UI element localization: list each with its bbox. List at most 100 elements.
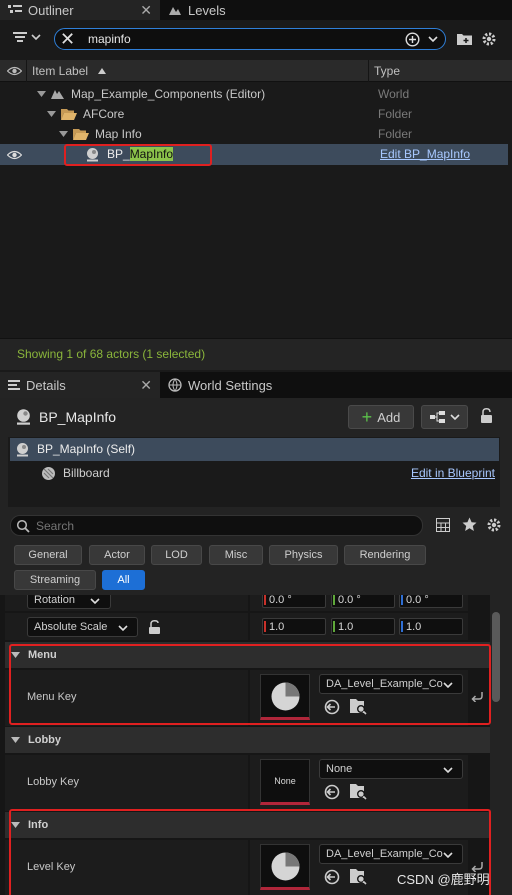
search-icon — [16, 519, 30, 533]
scale-z-field[interactable]: 1.0 — [399, 618, 463, 635]
asset-value: None — [326, 763, 353, 775]
tree-item-label: AFCore — [83, 107, 125, 121]
tab-outliner[interactable]: Outliner ✕ — [0, 0, 160, 20]
filter-misc[interactable]: Misc — [209, 545, 263, 565]
filter-general[interactable]: General — [14, 545, 82, 565]
thumbnail-none-label: None — [274, 776, 296, 786]
chevron-down-icon[interactable] — [428, 35, 438, 45]
scrollbar-thumb[interactable] — [492, 612, 500, 702]
close-icon[interactable]: ✕ — [140, 2, 152, 19]
close-icon[interactable]: ✕ — [140, 377, 152, 394]
browse-asset-icon[interactable] — [349, 783, 367, 800]
actor-name[interactable]: BP_MapInfo — [39, 409, 116, 425]
tree-item-type: Folder — [378, 107, 413, 121]
add-label: Add — [377, 409, 401, 425]
lock-icon[interactable] — [480, 408, 494, 424]
scale-label: Absolute Scale — [34, 621, 108, 633]
details-tab-bar: Details ✕ World Settings — [0, 372, 512, 398]
scale-mode-dropdown[interactable]: Absolute Scale — [27, 617, 138, 637]
outliner-tab-bar: Outliner ✕ Levels — [0, 0, 512, 20]
rotation-mode-dropdown[interactable]: Rotation — [27, 595, 111, 609]
column-divider — [26, 60, 27, 82]
search-input[interactable]: mapinfo — [88, 32, 131, 46]
property-row-left: Lobby Key — [5, 755, 248, 811]
rotation-y-field[interactable]: 0.0 ° — [331, 595, 395, 608]
property-name: Lobby Key — [27, 776, 79, 788]
rotation-x-field[interactable]: 0.0 ° — [262, 595, 326, 608]
tree-item-type: World — [378, 87, 410, 101]
expand-arrow-icon[interactable] — [59, 131, 68, 137]
annotation-box — [9, 644, 491, 725]
scale-y-field[interactable]: 1.0 — [331, 618, 395, 635]
status-bar: Showing 1 of 68 actors (1 selected) — [0, 338, 512, 370]
filter-actor[interactable]: Actor — [89, 545, 145, 565]
tree-row-afcore[interactable]: AFCore Folder — [0, 104, 512, 124]
settings-gear-icon[interactable] — [486, 517, 502, 533]
column-item-label[interactable]: Item Label — [32, 64, 88, 78]
plus-icon: + — [361, 407, 373, 427]
tab-world-settings[interactable]: World Settings — [160, 372, 280, 398]
tree-item-type: Folder — [378, 127, 413, 141]
column-divider — [368, 60, 369, 82]
component-self-row[interactable]: BP_MapInfo (Self) — [10, 438, 499, 461]
expand-arrow-icon[interactable] — [37, 91, 46, 97]
chevron-down-icon — [443, 767, 453, 774]
filter-physics[interactable]: Physics — [269, 545, 338, 565]
edit-in-blueprint-link[interactable]: Edit in Blueprint — [411, 466, 495, 480]
visibility-eye-icon[interactable] — [7, 66, 22, 76]
add-component-button[interactable]: + Add — [348, 405, 414, 429]
blueprint-options-button[interactable] — [421, 405, 468, 429]
status-text: Showing 1 of 68 actors (1 selected) — [17, 347, 206, 361]
sort-ascending-icon[interactable] — [98, 68, 106, 74]
folder-open-icon — [61, 109, 77, 120]
details-search-input[interactable] — [36, 517, 406, 534]
tab-details-label: Details — [26, 377, 66, 393]
filter-dropdown[interactable] — [13, 31, 41, 43]
actor-icon — [17, 409, 30, 425]
levels-icon — [169, 7, 181, 15]
filter-rendering[interactable]: Rendering — [344, 545, 426, 565]
folder-open-icon — [73, 129, 89, 140]
component-label: Billboard — [63, 466, 110, 480]
tree-row-mapinfo-folder[interactable]: Map Info Folder — [0, 124, 512, 144]
asset-thumbnail[interactable]: None — [260, 759, 310, 805]
settings-gear-icon[interactable] — [481, 31, 497, 47]
tab-world-settings-label: World Settings — [188, 377, 273, 393]
table-view-icon[interactable] — [436, 518, 450, 532]
details-search-box[interactable] — [10, 515, 423, 536]
billboard-icon — [42, 467, 55, 480]
rotation-z-field[interactable]: 0.0 ° — [399, 595, 463, 608]
category-label: Lobby — [28, 734, 61, 746]
star-icon[interactable] — [462, 517, 477, 532]
watermark-text: CSDN @鹿野明 — [397, 872, 490, 887]
filter-lod[interactable]: LOD — [151, 545, 202, 565]
filter-all[interactable]: All — [102, 570, 145, 590]
add-filter-icon[interactable] — [405, 32, 420, 47]
asset-picker-dropdown[interactable]: None — [319, 759, 463, 779]
category-lobby[interactable]: Lobby — [5, 727, 490, 753]
new-folder-icon[interactable] — [457, 32, 472, 45]
tab-details[interactable]: Details ✕ — [0, 372, 160, 398]
unlock-icon[interactable] — [148, 620, 162, 635]
tab-levels[interactable]: Levels — [160, 0, 234, 20]
expand-arrow-icon[interactable] — [47, 111, 56, 117]
search-box: ✕ mapinfo — [54, 28, 446, 50]
filter-streaming[interactable]: Streaming — [14, 570, 96, 590]
chevron-down-icon — [449, 414, 460, 421]
filter-icon — [13, 32, 27, 42]
use-selected-icon[interactable] — [324, 784, 340, 800]
details-icon — [8, 380, 20, 390]
rotation-label: Rotation — [34, 595, 75, 606]
scale-x-field[interactable]: 1.0 — [262, 618, 326, 635]
clear-search-icon[interactable]: ✕ — [60, 30, 75, 48]
edit-blueprint-link[interactable]: Edit BP_MapInfo — [380, 147, 470, 161]
chevron-down-icon — [31, 34, 41, 41]
annotation-box — [64, 144, 212, 166]
column-type[interactable]: Type — [374, 64, 400, 78]
tab-outliner-label: Outliner — [28, 2, 74, 18]
component-billboard-row[interactable]: Billboard Edit in Blueprint — [10, 462, 499, 484]
visibility-eye-icon[interactable] — [7, 150, 22, 160]
blueprint-icon — [429, 411, 445, 423]
expand-arrow-icon — [11, 737, 20, 743]
tree-row-world[interactable]: Map_Example_Components (Editor) World — [0, 84, 512, 104]
